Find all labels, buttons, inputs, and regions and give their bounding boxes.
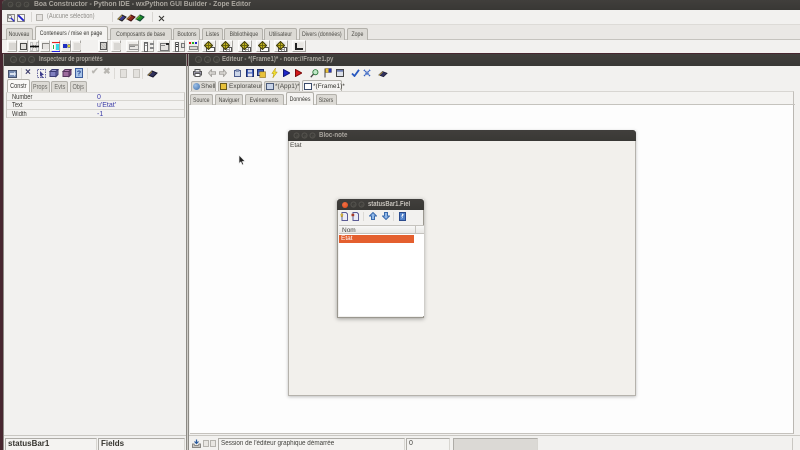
svg-text:?: ?: [77, 71, 81, 78]
